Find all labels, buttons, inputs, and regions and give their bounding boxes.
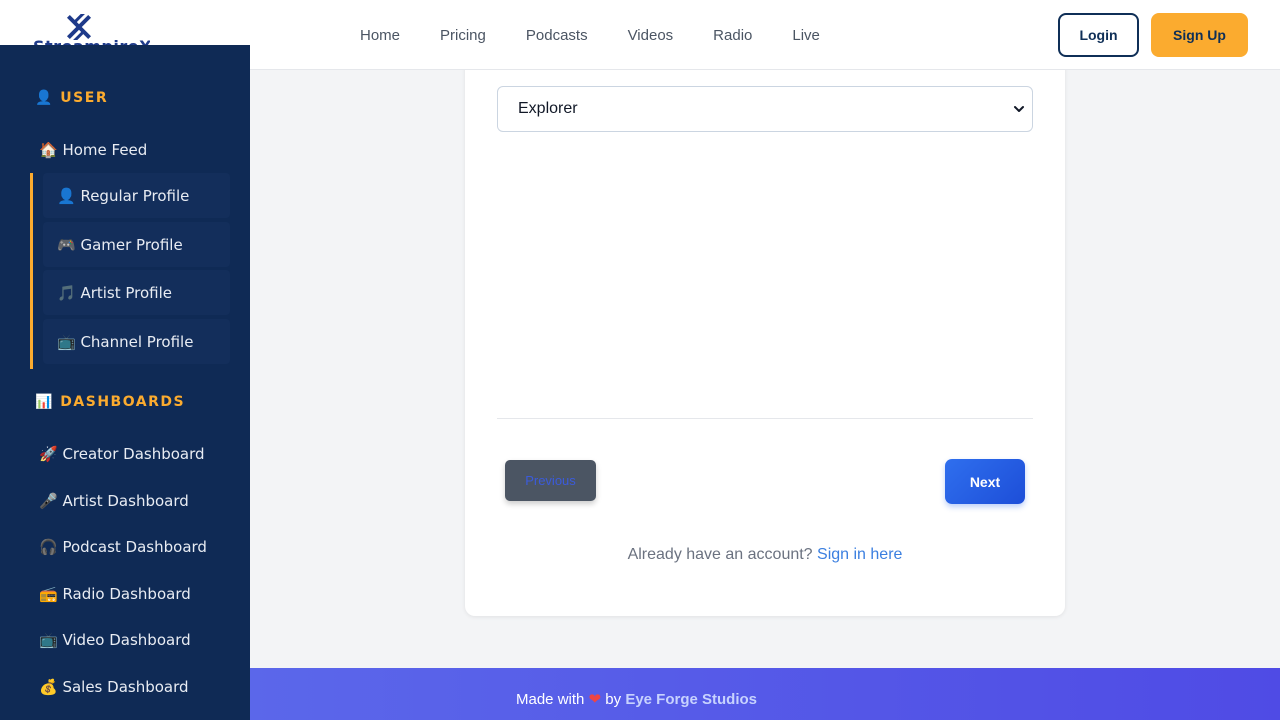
chevron-down-icon bbox=[1014, 106, 1024, 112]
main-nav: Home Pricing Podcasts Videos Radio Live bbox=[340, 0, 840, 70]
sidebar-item-regular-profile[interactable]: 👤 Regular Profile bbox=[43, 173, 230, 218]
nav-home[interactable]: Home bbox=[360, 27, 400, 44]
footer: Made with ❤ by Eye Forge Studios bbox=[250, 668, 1280, 720]
sidebar-section-user: 👤 USER bbox=[35, 90, 109, 106]
nav-pricing[interactable]: Pricing bbox=[440, 27, 486, 44]
nav-live[interactable]: Live bbox=[792, 27, 820, 44]
by-text: by bbox=[605, 691, 622, 708]
nav-radio[interactable]: Radio bbox=[713, 27, 752, 44]
sidebar-item-video-dashboard[interactable]: 📺 Video Dashboard bbox=[39, 631, 191, 649]
signin-link[interactable]: Sign in here bbox=[817, 546, 902, 563]
account-type-select[interactable]: Explorer bbox=[497, 86, 1033, 132]
sidebar: 👤 USER 🏠 Home Feed 👤 Regular Profile 🎮 G… bbox=[0, 45, 250, 720]
next-button[interactable]: Next bbox=[945, 459, 1025, 504]
sidebar-item-gamer-profile[interactable]: 🎮 Gamer Profile bbox=[43, 222, 230, 267]
sidebar-item-channel-profile[interactable]: 📺 Channel Profile bbox=[43, 319, 230, 364]
footer-credit: Made with ❤ by Eye Forge Studios bbox=[516, 690, 757, 708]
sidebar-item-artist-profile[interactable]: 🎵 Artist Profile bbox=[43, 270, 230, 315]
brand-logo[interactable]: StreampireX bbox=[30, 10, 150, 50]
account-type-value: Explorer bbox=[518, 100, 578, 117]
heart-icon: ❤ bbox=[588, 691, 602, 708]
login-button[interactable]: Login bbox=[1058, 13, 1139, 57]
nav-videos[interactable]: Videos bbox=[628, 27, 674, 44]
signup-button[interactable]: Sign Up bbox=[1151, 13, 1248, 57]
sidebar-item-artist-dashboard[interactable]: 🎤 Artist Dashboard bbox=[39, 492, 189, 510]
sidebar-item-podcast-dashboard[interactable]: 🎧 Podcast Dashboard bbox=[39, 538, 207, 556]
previous-button[interactable]: Previous bbox=[505, 460, 596, 501]
made-with-text: Made with bbox=[516, 691, 585, 708]
studio-name: Eye Forge Studios bbox=[625, 691, 758, 708]
have-account-text: Already have an account? bbox=[627, 546, 813, 563]
sidebar-item-creator-dashboard[interactable]: 🚀 Creator Dashboard bbox=[39, 445, 205, 463]
signup-form-card: Explorer Previous Next Already have an a… bbox=[465, 50, 1065, 616]
form-divider bbox=[497, 418, 1033, 419]
profile-submenu: 👤 Regular Profile 🎮 Gamer Profile 🎵 Arti… bbox=[30, 173, 230, 369]
signin-prompt: Already have an account? Sign in here bbox=[465, 546, 1065, 564]
nav-podcasts[interactable]: Podcasts bbox=[526, 27, 588, 44]
sidebar-section-dashboards: 📊 DASHBOARDS bbox=[35, 394, 186, 410]
sidebar-item-radio-dashboard[interactable]: 📻 Radio Dashboard bbox=[39, 585, 191, 603]
sidebar-item-home-feed[interactable]: 🏠 Home Feed bbox=[39, 141, 147, 159]
sidebar-item-sales-dashboard[interactable]: 💰 Sales Dashboard bbox=[39, 678, 189, 696]
